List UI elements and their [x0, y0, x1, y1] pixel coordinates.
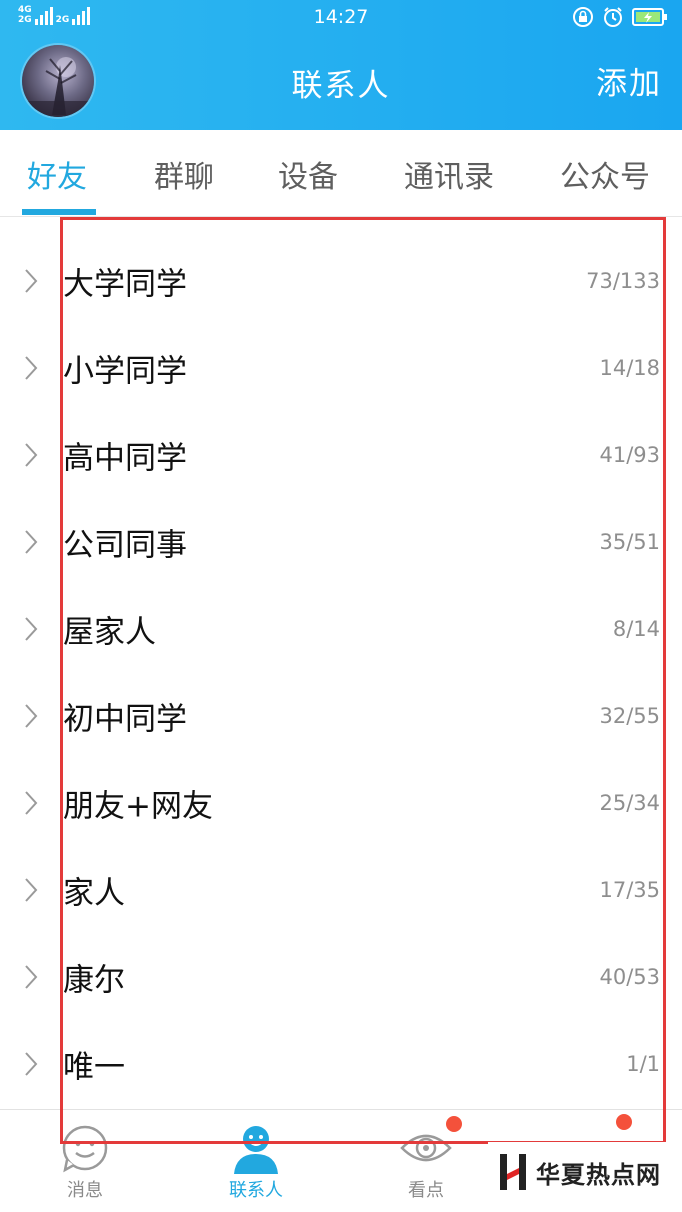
status-bar: 4G 2G 2G 14:27: [0, 0, 682, 34]
group-name: 小学同学: [63, 353, 187, 389]
group-name: 初中同学: [63, 701, 187, 737]
group-name: 大学同学: [63, 266, 187, 302]
friend-group-row[interactable]: 高中同学 41/93: [0, 411, 682, 498]
friend-group-row[interactable]: 朋友+网友 25/34: [0, 759, 682, 846]
nav-messages-label: 消息: [67, 1180, 103, 1201]
friend-group-list: 大学同学 73/133 小学同学 14/18 高中同学 41/93 公司同事 3…: [0, 217, 682, 1109]
chevron-right-icon: [25, 355, 38, 380]
friend-group-row[interactable]: 公司同事 35/51: [0, 498, 682, 585]
group-name: 家人: [63, 875, 125, 911]
watermark: 华夏热点网: [488, 1142, 682, 1202]
group-name: 屋家人: [63, 614, 156, 650]
friend-group-row[interactable]: 屋家人 8/14: [0, 585, 682, 672]
friend-group-row[interactable]: 小学同学 14/18: [0, 324, 682, 411]
group-online-count: 25/34: [599, 790, 660, 815]
add-button[interactable]: 添加: [596, 58, 662, 103]
group-name: 公司同事: [63, 527, 187, 563]
eye-icon: [400, 1134, 452, 1162]
nav-kandian-badge: [446, 1116, 462, 1132]
status-icons: [572, 6, 668, 28]
watermark-logo-icon: [500, 1154, 526, 1190]
nav-messages[interactable]: 消息: [25, 1110, 145, 1212]
lock-rotation-icon: [573, 7, 593, 27]
nav-kandian[interactable]: 看点: [366, 1110, 486, 1212]
nav-dynamic-badge: [616, 1114, 632, 1130]
friend-group-row[interactable]: 唯一 1/1: [0, 1020, 682, 1107]
chevron-right-icon: [25, 964, 38, 989]
group-online-count: 40/53: [599, 964, 660, 989]
battery-charging-icon: [632, 8, 667, 26]
contacts-screen: 4G 2G 2G 14:27 联系人 添加 好友 群聊 设备 通讯录 公众号 大…: [0, 0, 682, 1212]
chevron-right-icon: [25, 1051, 38, 1076]
tab-group-chats[interactable]: 群聊: [154, 152, 214, 196]
tab-friends[interactable]: 好友: [27, 152, 87, 196]
group-online-count: 32/55: [599, 703, 660, 728]
nav-contacts[interactable]: 联系人: [196, 1110, 316, 1212]
group-online-count: 14/18: [599, 355, 660, 380]
friend-group-row[interactable]: 康尔 40/53: [0, 933, 682, 1020]
chevron-right-icon: [25, 877, 38, 902]
page-title: 联系人: [291, 68, 391, 104]
header: 4G 2G 2G 14:27 联系人 添加: [0, 0, 682, 130]
chevron-right-icon: [25, 703, 38, 728]
group-name: 唯一: [63, 1049, 125, 1085]
group-online-count: 41/93: [599, 442, 660, 467]
active-tab-indicator: [22, 209, 96, 215]
chevron-right-icon: [25, 790, 38, 815]
friend-group-row[interactable]: 大学同学 73/133: [0, 237, 682, 324]
contact-tabs: 好友 群聊 设备 通讯录 公众号: [0, 130, 682, 217]
alarm-icon: [604, 7, 622, 27]
chevron-right-icon: [25, 616, 38, 641]
group-online-count: 8/14: [612, 616, 660, 641]
group-name: 朋友+网友: [63, 788, 213, 824]
contacts-person-icon: [234, 1126, 278, 1174]
tab-address-book[interactable]: 通讯录: [404, 152, 494, 196]
chevron-right-icon: [25, 529, 38, 554]
group-online-count: 17/35: [599, 877, 660, 902]
group-name: 高中同学: [63, 440, 187, 476]
group-name: 康尔: [63, 962, 125, 998]
friend-group-row[interactable]: 家人 17/35: [0, 846, 682, 933]
group-online-count: 1/1: [626, 1051, 660, 1076]
message-smile-icon: [62, 1125, 108, 1173]
friend-group-row[interactable]: 初中同学 32/55: [0, 672, 682, 759]
nav-kandian-label: 看点: [408, 1180, 444, 1201]
group-online-count: 35/51: [599, 529, 660, 554]
chevron-right-icon: [25, 442, 38, 467]
chevron-right-icon: [25, 268, 38, 293]
tab-devices[interactable]: 设备: [278, 152, 338, 196]
tab-official-accounts[interactable]: 公众号: [560, 152, 650, 196]
group-online-count: 73/133: [586, 268, 660, 293]
nav-contacts-label: 联系人: [229, 1180, 283, 1201]
watermark-text: 华夏热点网: [536, 1160, 661, 1189]
